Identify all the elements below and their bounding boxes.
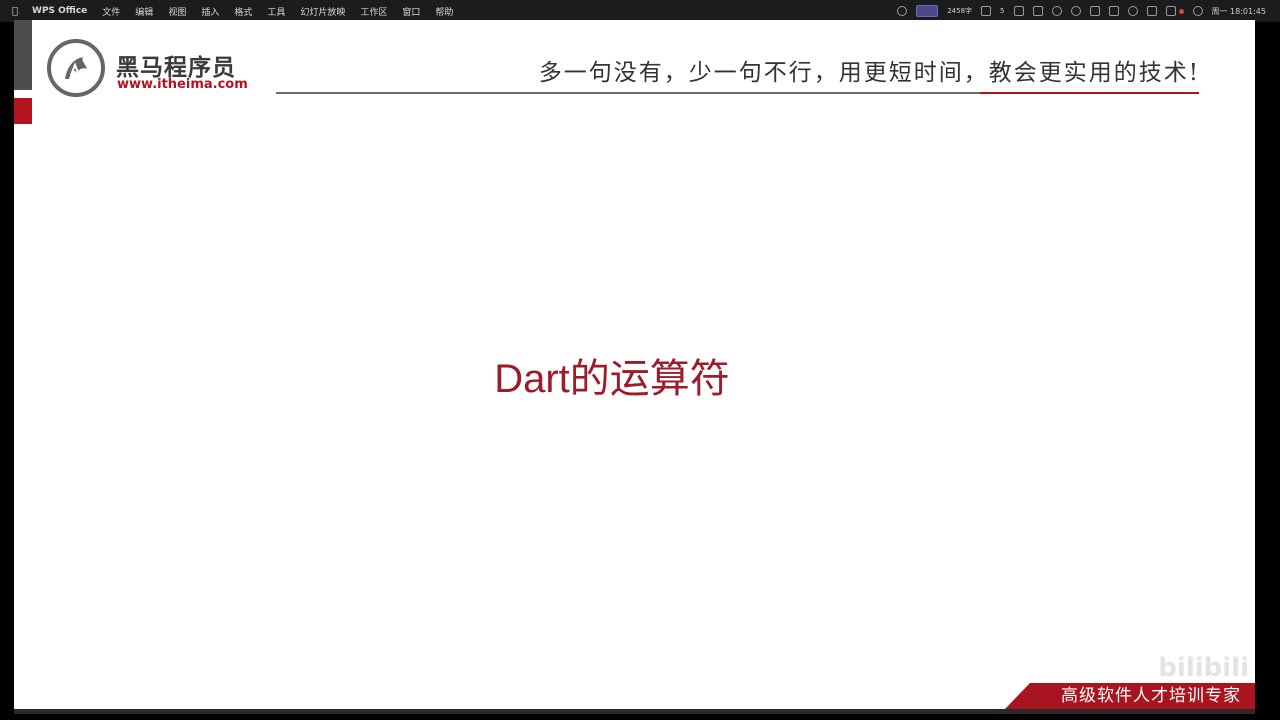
menu-tools[interactable]: 工具 xyxy=(267,5,285,18)
menu-left:  WPS Office 文件 编辑 视图 插入 格式 工具 幻灯片放映 工作区… xyxy=(0,5,468,18)
footer-tagline: 高级软件人才培训专家 xyxy=(1061,686,1241,706)
code-icon[interactable] xyxy=(1089,6,1100,16)
bilibili-watermark: bilibili xyxy=(1158,653,1249,683)
mac-menu-bar:  WPS Office 文件 编辑 视图 插入 格式 工具 幻灯片放映 工作区… xyxy=(0,0,1280,22)
menu-app-name[interactable]: WPS Office xyxy=(32,6,87,16)
notification-count: 5 xyxy=(1000,7,1005,15)
word-count-status: 2458字 xyxy=(947,7,973,15)
left-accent-gray xyxy=(14,20,32,90)
menu-right: 2458字 5 周一 18:01:45 xyxy=(897,5,1280,17)
grid-icon[interactable] xyxy=(981,6,992,16)
battery-icon[interactable] xyxy=(1108,6,1119,16)
control-center-icon[interactable] xyxy=(1146,6,1157,16)
notification-icon[interactable] xyxy=(1165,6,1176,16)
apple-icon[interactable]:  xyxy=(12,6,18,17)
slogan-text: 多一句没有，少一句不行，用更短时间，教会更实用的技术! xyxy=(538,60,1200,86)
menu-view[interactable]: 视图 xyxy=(168,5,186,18)
menu-insert[interactable]: 插入 xyxy=(201,5,219,18)
display-icon[interactable] xyxy=(1013,6,1024,16)
timer-icon[interactable] xyxy=(1070,6,1081,16)
slide-title: Dart的运算符 xyxy=(494,357,730,401)
brand-url: www.itheima.com xyxy=(117,77,248,92)
bars-icon[interactable] xyxy=(1032,6,1043,16)
menu-window[interactable]: 窗口 xyxy=(402,5,420,18)
menu-format[interactable]: 格式 xyxy=(234,5,252,18)
screen-record-icon[interactable] xyxy=(897,6,908,16)
clock-icon[interactable] xyxy=(1051,6,1062,16)
input-method-icon[interactable] xyxy=(916,5,939,17)
horse-logo-icon xyxy=(47,39,105,97)
menu-edit[interactable]: 编辑 xyxy=(135,5,153,18)
menu-clock[interactable]: 周一 18:01:45 xyxy=(1212,6,1266,17)
menu-help[interactable]: 帮助 xyxy=(435,5,453,18)
brightness-icon[interactable] xyxy=(1192,6,1203,16)
left-accent-red xyxy=(14,98,32,124)
menu-workspace[interactable]: 工作区 xyxy=(360,5,387,18)
header-rule-red xyxy=(980,92,1199,94)
presentation-slide[interactable]: 黑马程序员 www.itheima.com 多一句没有，少一句不行，用更短时间，… xyxy=(14,20,1255,709)
header-rule-gray xyxy=(276,92,982,94)
menu-file[interactable]: 文件 xyxy=(102,5,120,18)
wifi-icon[interactable] xyxy=(1127,6,1138,16)
menu-slideshow[interactable]: 幻灯片放映 xyxy=(300,5,345,18)
window-bottom-bar xyxy=(14,709,1255,714)
horse-logo-graphic xyxy=(65,57,87,79)
alert-dot-icon xyxy=(1178,8,1184,14)
